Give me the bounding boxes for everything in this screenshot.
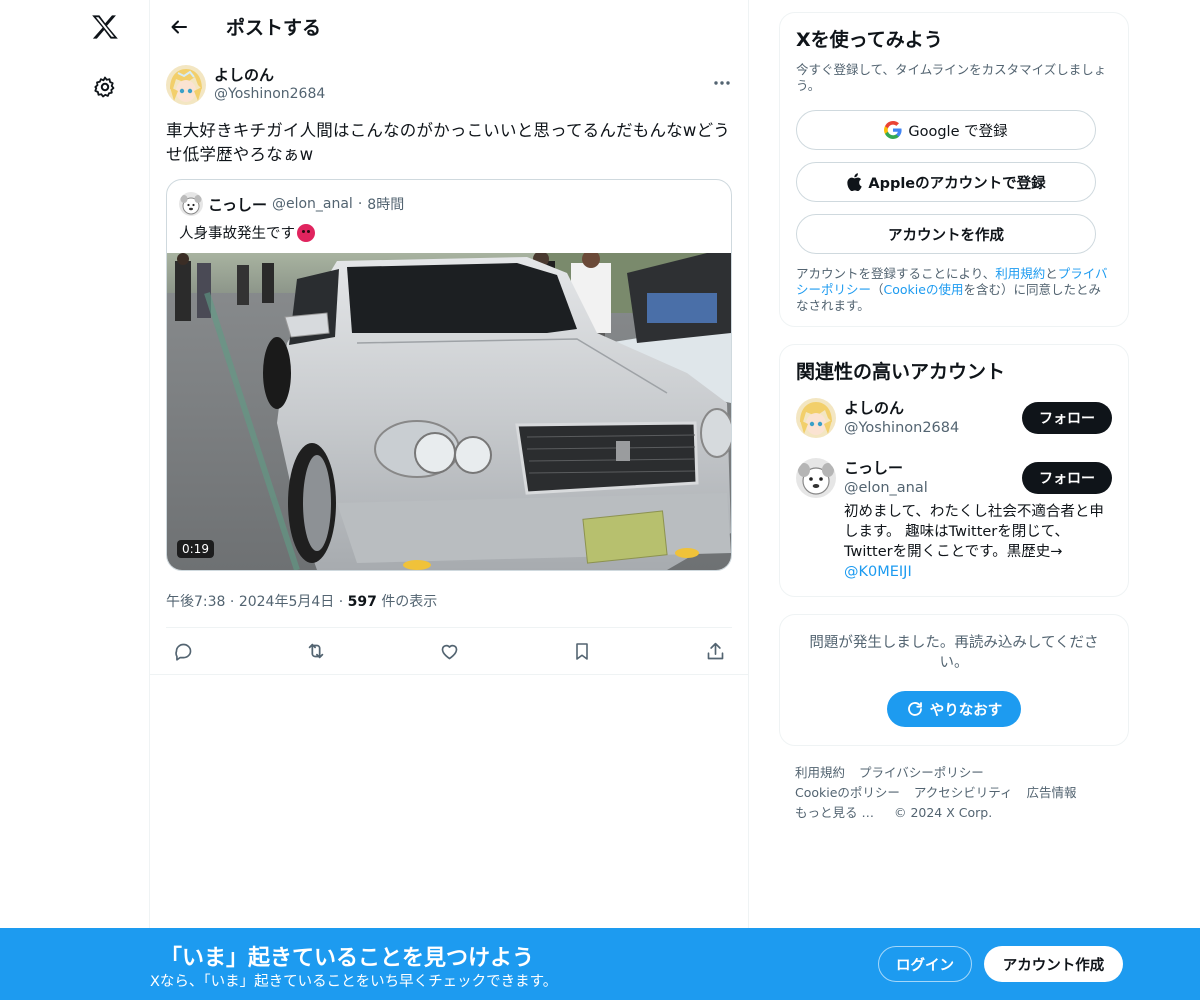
view-count: 597: [347, 594, 377, 610]
avatar: [179, 192, 203, 216]
footer-links: 利用規約 プライバシーポリシー Cookieのポリシー アクセシビリティ 広告情…: [779, 763, 1129, 823]
separator-dot: ·: [338, 594, 344, 610]
apple-logo-icon: [846, 173, 863, 191]
account-bio: 初めまして、わたくし社会不適合者と申します。 趣味はTwitterを閉じて、Tw…: [844, 502, 1112, 582]
separator-dot: ·: [229, 594, 235, 610]
avatar[interactable]: [796, 398, 836, 438]
follow-button[interactable]: フォロー: [1022, 462, 1112, 494]
legal-prefix: アカウントを登録することにより、: [796, 266, 996, 281]
quoted-post-time: 8時間: [367, 197, 405, 213]
banner-subtitle: Xなら、「いま」起きていることをいち早くチェックできます。: [150, 974, 558, 990]
author-handle[interactable]: @Yoshinon2684: [214, 85, 325, 104]
quoted-author-handle: @elon_anal: [271, 196, 353, 212]
bookmark-icon[interactable]: [571, 640, 593, 662]
follow-button[interactable]: フォロー: [1022, 402, 1112, 434]
post-author: よしのん @Yoshinon2684: [166, 65, 732, 105]
signup-button[interactable]: アカウント作成: [984, 946, 1123, 982]
create-account-button[interactable]: アカウントを作成: [796, 214, 1096, 254]
video-thumbnail[interactable]: 0:19: [167, 253, 731, 570]
separator-dot: ·: [357, 196, 363, 212]
page-header: ポストする: [150, 0, 748, 53]
footer-link-more[interactable]: もっと見る …: [795, 805, 874, 820]
retry-label: やりなおす: [929, 702, 1003, 719]
google-signup-button[interactable]: Google で登録: [796, 110, 1096, 150]
account-item[interactable]: こっしー @elon_anal 初めまして、わたくし社会不適合者と申します。 趣…: [796, 458, 1112, 582]
repost-icon[interactable]: [305, 640, 327, 662]
share-icon[interactable]: [704, 640, 726, 662]
relevant-accounts-title: 関連性の高いアカウント: [796, 361, 1006, 383]
legal-and: と: [1045, 266, 1058, 281]
banner-title: 「いま」起きていることを見つけよう: [160, 946, 535, 971]
create-account-label: アカウントを作成: [888, 227, 1004, 244]
like-heart-icon[interactable]: [438, 640, 460, 662]
apple-signup-label: Appleのアカウントで登録: [868, 175, 1046, 192]
signup-legal-text: アカウントを登録することにより、利用規約とプライバシーポリシー（Cookieの使…: [796, 266, 1112, 314]
back-arrow-icon[interactable]: [168, 16, 190, 38]
post-actions: [150, 628, 748, 675]
retry-button[interactable]: やりなおす: [887, 691, 1021, 727]
quoted-author-name: こっしー: [208, 195, 267, 214]
author-names: よしのん @Yoshinon2684: [214, 66, 325, 104]
page-title: ポストする: [226, 17, 322, 39]
terms-link[interactable]: 利用規約: [995, 266, 1045, 281]
footer-link-cookie[interactable]: Cookieのポリシー: [795, 785, 900, 800]
more-options-icon[interactable]: [712, 73, 732, 93]
gear-icon[interactable]: [92, 74, 118, 100]
bio-mention-link[interactable]: @K0MEIJI: [844, 564, 912, 580]
left-nav: [0, 0, 150, 1000]
right-sidebar: Xを使ってみよう 今すぐ登録して、タイムラインをカスタマイズしましょう。 Goo…: [779, 12, 1129, 823]
account-item[interactable]: よしのん @Yoshinon2684 フォロー: [796, 398, 1112, 438]
view-count-label: 件の表示: [381, 594, 438, 610]
google-logo-icon: [884, 121, 902, 139]
copyright: © 2024 X Corp.: [893, 805, 993, 820]
post-time[interactable]: 午後7:38: [166, 594, 225, 610]
legal-paren: （: [871, 282, 884, 297]
angry-face-emoji-icon: [297, 223, 315, 242]
account-bio-text: 初めまして、わたくし社会不適合者と申します。 趣味はTwitterを閉じて、Tw…: [844, 504, 1104, 560]
refresh-icon: [907, 702, 922, 716]
quoted-post-text: 人身事故発生です: [179, 226, 295, 242]
avatar[interactable]: [166, 65, 206, 105]
reply-icon[interactable]: [172, 640, 194, 662]
footer-link-ads[interactable]: 広告情報: [1027, 785, 1077, 800]
post-meta: 午後7:38 · 2024年5月4日 · 597 件の表示: [166, 591, 732, 628]
signup-title: Xを使ってみよう: [796, 29, 943, 51]
post-date[interactable]: 2024年5月4日: [239, 594, 334, 610]
quoted-post-text-row: 人身事故発生です: [167, 216, 731, 253]
google-signup-label: Google で登録: [908, 123, 1008, 140]
avatar[interactable]: [796, 458, 836, 498]
error-card: 問題が発生しました。再読み込みしてください。 やりなおす: [779, 614, 1129, 746]
video-duration: 0:19: [177, 540, 214, 558]
x-logo-icon[interactable]: [88, 10, 122, 44]
main-column: ポストする よしのん @Yoshinon2684 車大好きキチガイ人間はこんなの…: [149, 0, 749, 1000]
login-button[interactable]: ログイン: [878, 946, 972, 982]
footer-link-accessibility[interactable]: アクセシビリティ: [914, 785, 1013, 800]
signup-subtitle: 今すぐ登録して、タイムラインをカスタマイズしましょう。: [796, 62, 1107, 93]
relevant-accounts-card: 関連性の高いアカウント よしのん @Yoshinon2684 フォロー こっしー…: [779, 344, 1129, 597]
author-name[interactable]: よしのん: [214, 66, 325, 85]
post: よしのん @Yoshinon2684 車大好きキチガイ人間はこんなのがかっこいい…: [150, 53, 748, 675]
signup-banner: 「いま」起きていることを見つけよう Xなら、「いま」起きていることをいち早くチェ…: [0, 928, 1200, 1000]
signup-card: Xを使ってみよう 今すぐ登録して、タイムラインをカスタマイズしましょう。 Goo…: [779, 12, 1129, 327]
quoted-post[interactable]: こっしー @elon_anal · 8時間 人身事故発生です 0:19: [166, 179, 732, 571]
post-text: 車大好きキチガイ人間はこんなのがかっこいいと思ってるんだもんなwどうせ低学歴やろ…: [166, 121, 730, 164]
footer-link-privacy[interactable]: プライバシーポリシー: [859, 765, 984, 780]
error-message: 問題が発生しました。再読み込みしてください。: [809, 635, 1099, 671]
cookie-link[interactable]: Cookieの使用: [884, 282, 964, 297]
footer-link-terms[interactable]: 利用規約: [795, 765, 845, 780]
apple-signup-button[interactable]: Appleのアカウントで登録: [796, 162, 1096, 202]
quoted-author: こっしー @elon_anal · 8時間: [167, 180, 731, 216]
